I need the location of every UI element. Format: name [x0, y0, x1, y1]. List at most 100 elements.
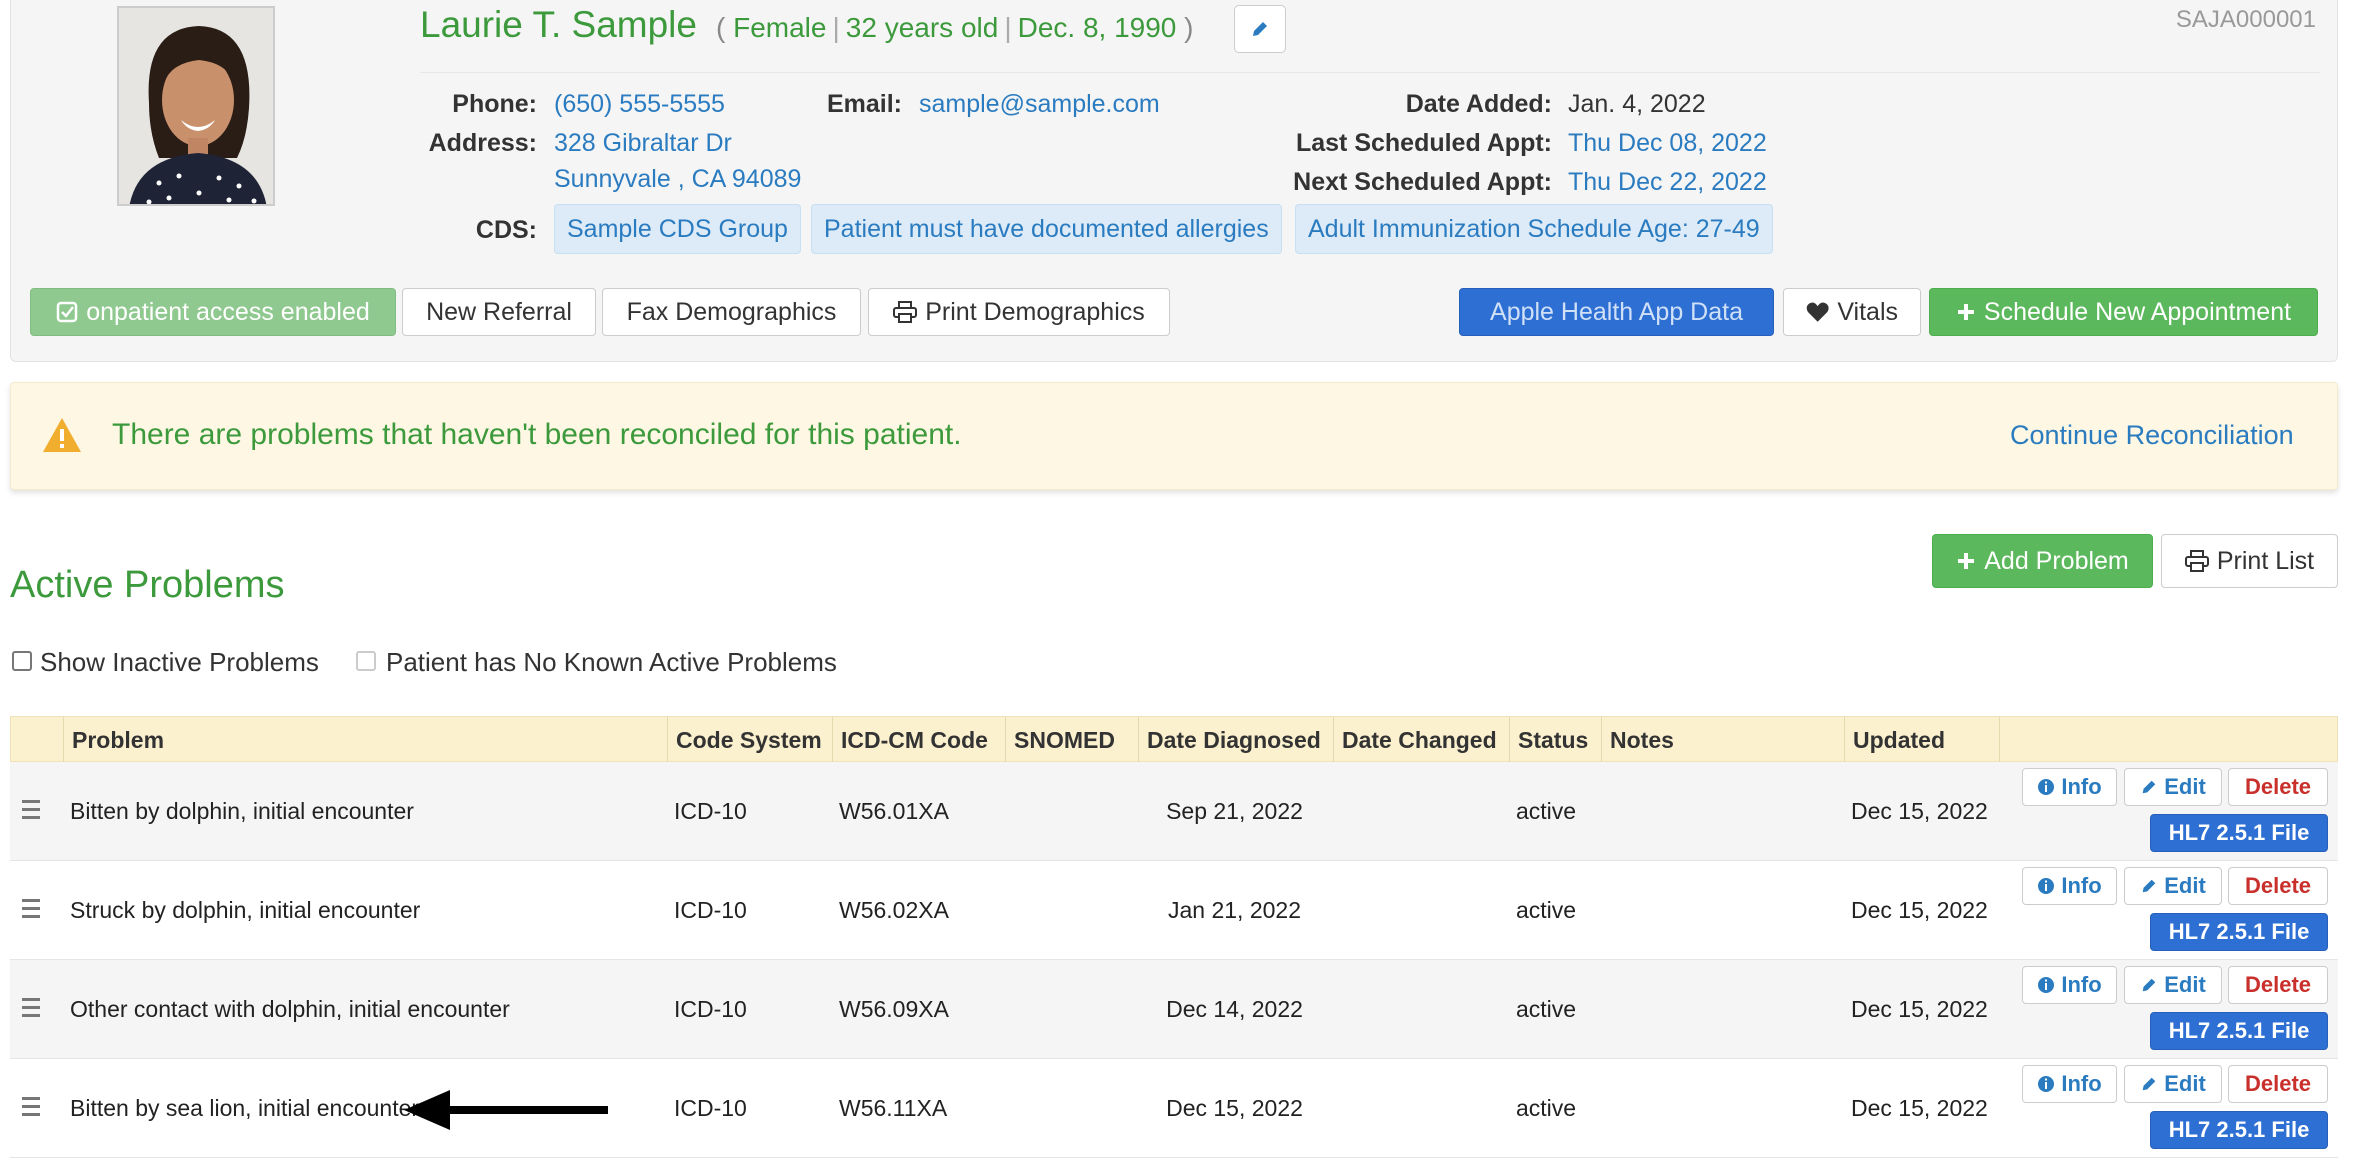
info-icon — [2038, 878, 2055, 894]
table-header: Problem Code System ICD-CM Code SNOMED D… — [10, 716, 2339, 763]
code-system: ICD-10 — [674, 996, 747, 1022]
date-diagnosed: Sep 21, 2022 — [1166, 798, 1303, 824]
date-updated: Dec 15, 2022 — [1851, 1095, 1988, 1121]
date-updated: Dec 15, 2022 — [1851, 996, 1988, 1022]
date-added-label: Date Added: — [1405, 90, 1552, 118]
edit-patient-button[interactable] — [1234, 5, 1286, 53]
hl7-file-button[interactable]: HL7 2.5.1 File — [2150, 1111, 2328, 1149]
column-header-actions — [1999, 717, 2339, 763]
show-inactive-checkbox[interactable] — [12, 651, 32, 671]
cds-tag[interactable]: Sample CDS Group — [554, 204, 801, 254]
cds-tag[interactable]: Patient must have documented allergies — [811, 204, 1282, 254]
heart-icon — [1806, 302, 1829, 322]
drag-handle-icon[interactable] — [22, 1097, 40, 1117]
column-header-date-diagnosed[interactable]: Date Diagnosed — [1138, 717, 1333, 763]
print-demographics-button[interactable]: Print Demographics — [868, 288, 1170, 336]
column-header-code-system[interactable]: Code System — [667, 717, 832, 763]
edit-button[interactable]: Edit — [2124, 867, 2222, 905]
new-referral-button[interactable]: New Referral — [402, 288, 596, 336]
code-system: ICD-10 — [674, 1095, 747, 1121]
notes — [1600, 861, 1608, 960]
drag-handle-icon[interactable] — [22, 800, 40, 820]
last-appt-link[interactable]: Thu Dec 08, 2022 — [1568, 129, 1767, 158]
next-appt-label: Next Scheduled Appt: — [1293, 168, 1552, 196]
onpatient-access-button[interactable]: onpatient access enabled — [30, 288, 396, 336]
address-line1[interactable]: 328 Gibraltar Dr — [554, 129, 732, 158]
no-known-problems-label: Patient has No Known Active Problems — [386, 647, 837, 677]
snomed-code — [1004, 861, 1012, 960]
code-system: ICD-10 — [674, 897, 747, 923]
column-header-snomed[interactable]: SNOMED — [1005, 717, 1138, 763]
delete-button[interactable]: Delete — [2228, 966, 2328, 1004]
warning-icon — [42, 416, 82, 454]
add-problem-button[interactable]: Add Problem — [1932, 534, 2153, 588]
hl7-file-button[interactable]: HL7 2.5.1 File — [2150, 913, 2328, 951]
printer-icon — [2184, 550, 2209, 572]
phone-link[interactable]: (650) 555-5555 — [554, 90, 725, 119]
continue-reconciliation-link[interactable]: Continue Reconciliation — [2010, 420, 2294, 451]
pencil-icon — [2142, 780, 2156, 794]
pencil-icon — [2142, 1077, 2156, 1091]
snomed-code — [1004, 762, 1012, 861]
table-row: Other contact with dolphin, initial enco… — [10, 960, 2338, 1059]
pencil-icon — [2142, 879, 2156, 893]
info-button[interactable]: Info — [2022, 966, 2117, 1004]
email-link[interactable]: sample@sample.com — [919, 90, 1160, 119]
hl7-file-button[interactable]: HL7 2.5.1 File — [2150, 814, 2328, 852]
info-button[interactable]: Info — [2022, 867, 2117, 905]
date-diagnosed: Jan 21, 2022 — [1167, 897, 1301, 923]
delete-button[interactable]: Delete — [2228, 768, 2328, 806]
plus-icon — [1957, 304, 1974, 320]
info-icon — [2038, 779, 2055, 795]
column-header-problem[interactable]: Problem — [63, 717, 667, 763]
patient-demographics-summary: ( Female | 32 years old | Dec. 8, 1990 ) — [716, 12, 1194, 43]
delete-button[interactable]: Delete — [2228, 1065, 2328, 1103]
header-divider — [420, 72, 2320, 73]
cds-tag[interactable]: Adult Immunization Schedule Age: 27-49 — [1295, 204, 1773, 254]
edit-button[interactable]: Edit — [2124, 768, 2222, 806]
column-header-date-changed[interactable]: Date Changed — [1333, 717, 1509, 763]
edit-button[interactable]: Edit — [2124, 966, 2222, 1004]
info-icon — [2038, 977, 2055, 993]
date-changed — [1332, 960, 1340, 1059]
column-header-icd[interactable]: ICD-CM Code — [832, 717, 1005, 763]
hl7-file-button[interactable]: HL7 2.5.1 File — [2150, 1012, 2328, 1050]
drag-handle-icon[interactable] — [22, 899, 40, 919]
apple-health-data-button[interactable]: Apple Health App Data — [1459, 288, 1774, 336]
column-header-updated[interactable]: Updated — [1844, 717, 1999, 763]
patient-age: 32 years old — [845, 12, 999, 43]
date-diagnosed: Dec 14, 2022 — [1166, 996, 1303, 1022]
date-changed — [1332, 1059, 1340, 1158]
status: active — [1516, 1095, 1577, 1121]
date-changed — [1332, 762, 1340, 861]
column-header-status[interactable]: Status — [1509, 717, 1601, 763]
drag-handle-icon[interactable] — [22, 998, 40, 1018]
problem-name: Bitten by dolphin, initial encounter — [70, 798, 414, 824]
patient-id: SAJA000001 — [2175, 6, 2316, 33]
schedule-appointment-button[interactable]: Schedule New Appointment — [1929, 288, 2318, 336]
vitals-button[interactable]: Vitals — [1783, 288, 1921, 336]
fax-demographics-button[interactable]: Fax Demographics — [602, 288, 861, 336]
no-known-problems-checkbox[interactable] — [356, 651, 376, 671]
info-button[interactable]: Info — [2022, 768, 2117, 806]
annotation-arrow — [402, 1088, 608, 1132]
problem-name: Other contact with dolphin, initial enco… — [70, 996, 510, 1022]
next-appt-link[interactable]: Thu Dec 22, 2022 — [1568, 168, 1767, 197]
edit-button[interactable]: Edit — [2124, 1065, 2222, 1103]
print-list-button[interactable]: Print List — [2161, 534, 2338, 588]
active-problems-title: Active Problems — [10, 564, 285, 606]
column-header-notes[interactable]: Notes — [1601, 717, 1844, 763]
date-updated: Dec 15, 2022 — [1851, 798, 1988, 824]
snomed-code — [1004, 960, 1012, 1059]
notes — [1600, 960, 1608, 1059]
address-line2[interactable]: Sunnyvale , CA 94089 — [554, 165, 801, 194]
icd-code: W56.01XA — [839, 798, 949, 824]
info-button[interactable]: Info — [2022, 1065, 2117, 1103]
patient-gender: Female — [733, 12, 827, 43]
date-diagnosed: Dec 15, 2022 — [1166, 1095, 1303, 1121]
checkbox-checked-icon — [56, 301, 78, 323]
table-row: Bitten by sea lion, initial encounter IC… — [10, 1059, 2338, 1158]
delete-button[interactable]: Delete — [2228, 867, 2328, 905]
printer-icon — [893, 301, 918, 323]
pencil-icon — [1253, 22, 1267, 36]
